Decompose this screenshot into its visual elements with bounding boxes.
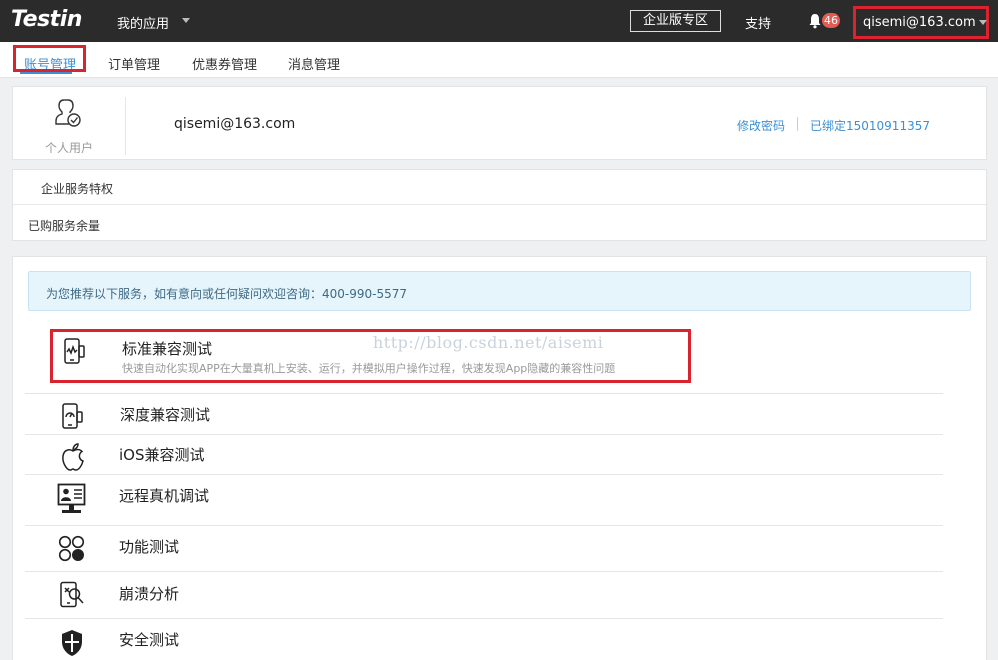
phone-gauge-icon bbox=[62, 403, 83, 429]
divider bbox=[797, 117, 798, 131]
chevron-down-icon[interactable] bbox=[182, 18, 190, 23]
account-info-card: 个人用户 qisemi@163.com 修改密码 已绑定15010911357 bbox=[12, 86, 987, 160]
annotation-highlight-tab bbox=[13, 45, 86, 72]
user-menu[interactable]: qisemi@163.com bbox=[853, 6, 989, 39]
chevron-down-icon bbox=[978, 20, 987, 25]
divider bbox=[25, 434, 943, 435]
apple-icon bbox=[62, 443, 84, 471]
active-tab-underline bbox=[20, 72, 72, 74]
user-type-label: 个人用户 bbox=[45, 141, 94, 155]
service-title[interactable]: iOS兼容测试 bbox=[119, 444, 205, 465]
divider bbox=[13, 204, 986, 205]
divider bbox=[25, 474, 943, 475]
annotation-highlight-service bbox=[50, 329, 691, 383]
shield-icon bbox=[62, 630, 82, 656]
services-card: 企业服务特权 已购服务余量 bbox=[12, 169, 987, 241]
my-apps-menu[interactable]: 我的应用 bbox=[117, 13, 169, 32]
enterprise-zone-button[interactable]: 企业版专区 bbox=[630, 10, 721, 32]
testin-logo[interactable]: Testin bbox=[11, 7, 82, 32]
divider bbox=[25, 525, 943, 526]
tab-coupons[interactable]: 优惠券管理 bbox=[192, 54, 257, 73]
divider bbox=[25, 618, 943, 619]
crash-search-icon bbox=[60, 581, 84, 608]
bell-icon[interactable] bbox=[808, 13, 822, 29]
divider bbox=[25, 571, 943, 572]
service-title[interactable]: 崩溃分析 bbox=[119, 583, 179, 604]
user-verified-icon bbox=[55, 99, 81, 127]
service-title[interactable]: 远程真机调试 bbox=[119, 485, 209, 506]
notification-badge[interactable]: 46 bbox=[822, 13, 840, 28]
purchased-balance-row[interactable]: 已购服务余量 bbox=[28, 217, 100, 234]
change-password-link[interactable]: 修改密码 bbox=[737, 117, 785, 134]
recommend-notice: 为您推荐以下服务，如有意向或任何疑问欢迎咨询：400-990-5577 bbox=[28, 271, 971, 311]
support-link[interactable]: 支持 bbox=[745, 13, 771, 32]
tab-messages[interactable]: 消息管理 bbox=[288, 54, 340, 73]
top-navbar: Testin 我的应用 企业版专区 支持 46 qisemi@163.com bbox=[0, 0, 998, 42]
divider bbox=[25, 393, 943, 394]
enterprise-privileges-row[interactable]: 企业服务特权 bbox=[41, 180, 113, 197]
bound-phone-link[interactable]: 已绑定15010911357 bbox=[810, 117, 930, 134]
account-email: qisemi@163.com bbox=[174, 116, 296, 132]
service-title[interactable]: 功能测试 bbox=[119, 536, 179, 557]
tab-orders[interactable]: 订单管理 bbox=[108, 54, 160, 73]
recommend-card: 为您推荐以下服务，如有意向或任何疑问欢迎咨询：400-990-5577 http… bbox=[12, 256, 987, 660]
divider bbox=[125, 97, 126, 155]
remote-debug-icon bbox=[57, 483, 86, 513]
circles-icon bbox=[58, 535, 85, 562]
service-title[interactable]: 安全测试 bbox=[119, 629, 179, 650]
service-title[interactable]: 深度兼容测试 bbox=[120, 404, 210, 425]
user-email-label: qisemi@163.com bbox=[863, 15, 976, 30]
sub-navbar: 账号管理 订单管理 优惠券管理 消息管理 bbox=[0, 42, 998, 78]
